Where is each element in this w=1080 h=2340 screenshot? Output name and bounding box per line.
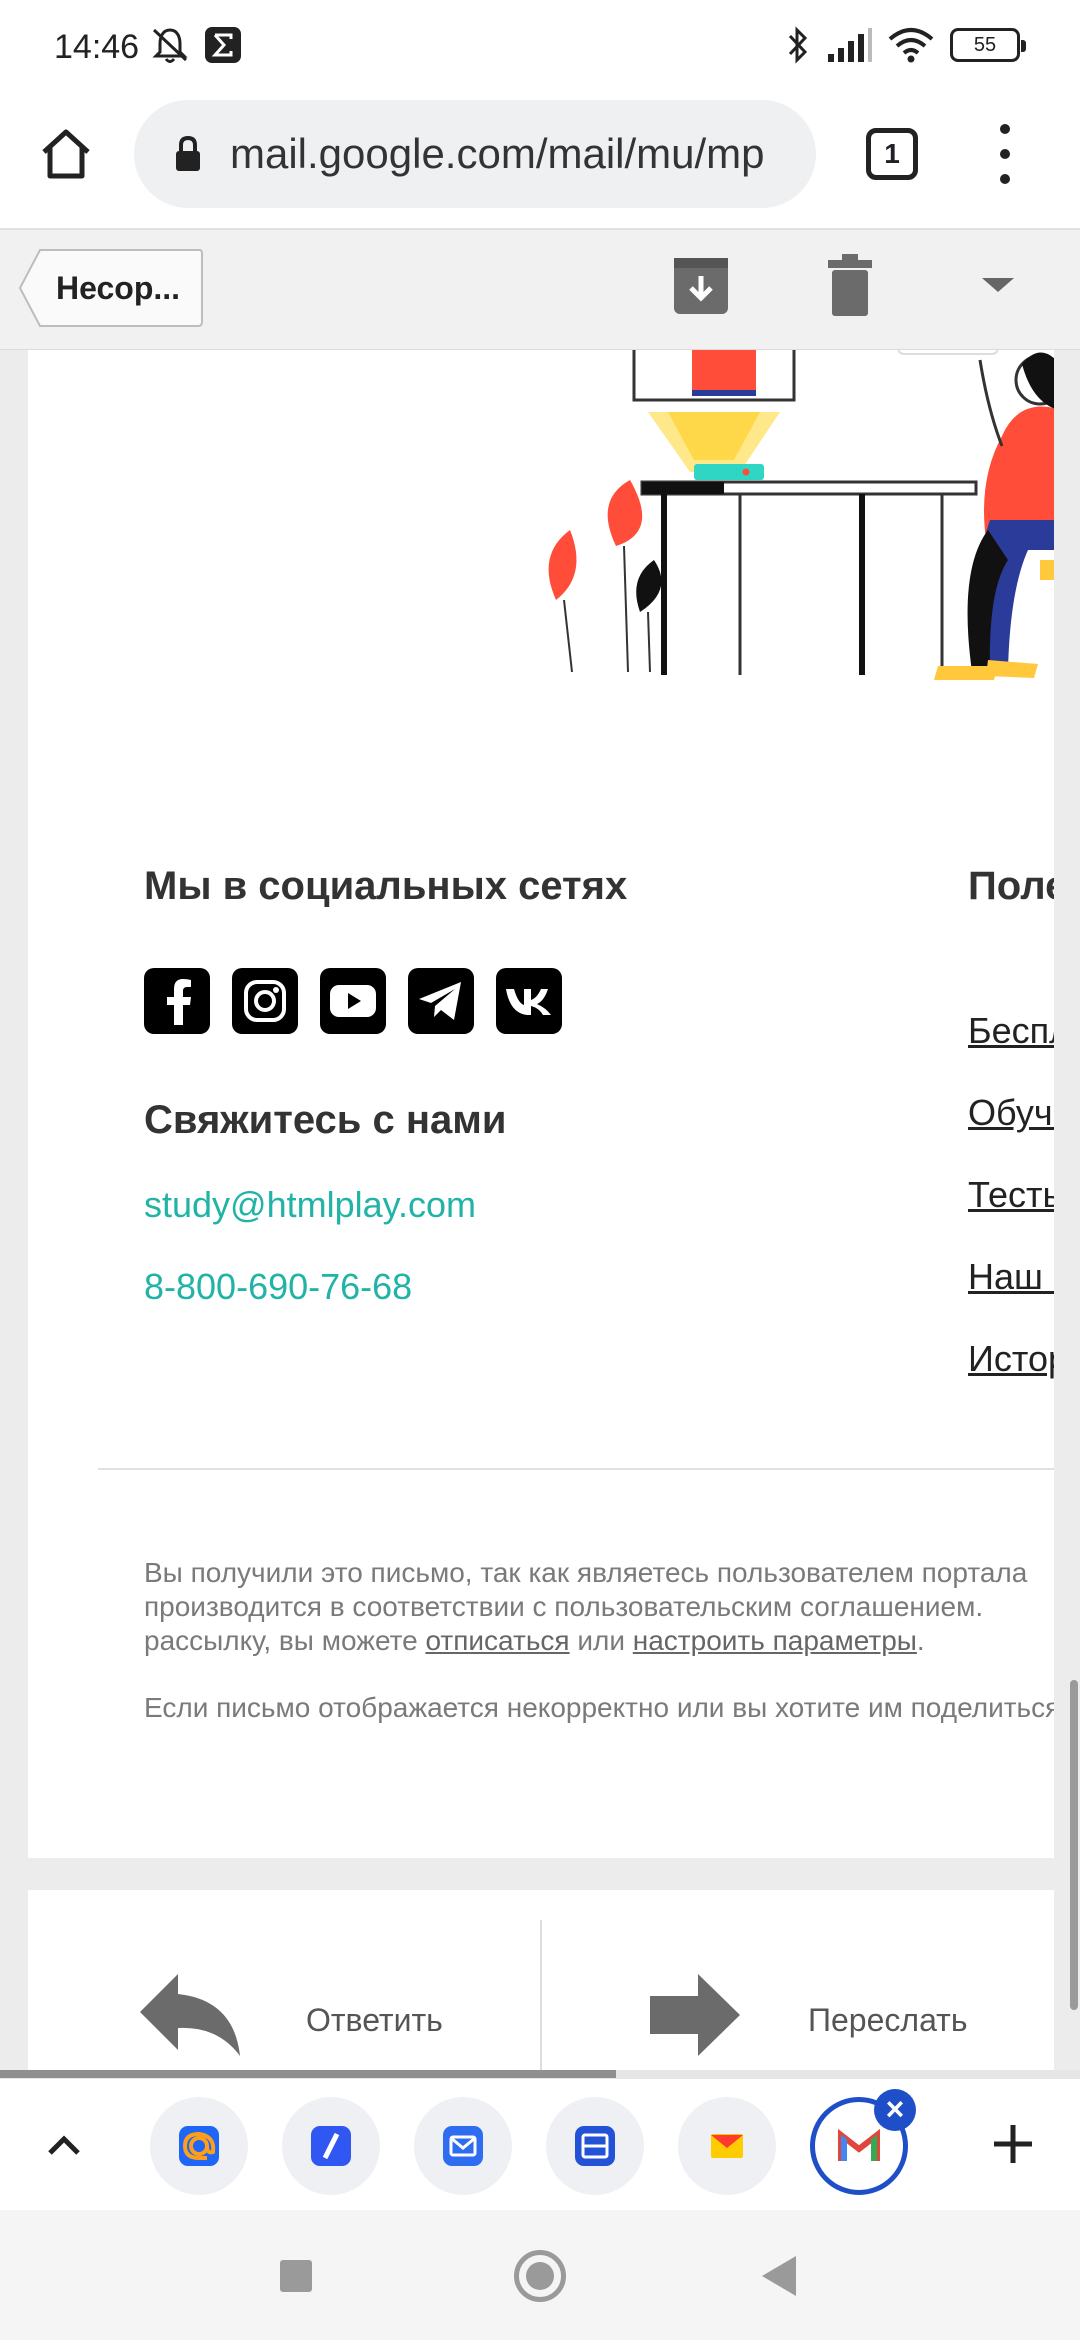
reply-label: Ответить: [306, 2002, 443, 2038]
rambler-icon: [311, 2126, 351, 2166]
gmail-icon: [838, 2129, 880, 2161]
lock-icon: [176, 135, 200, 171]
menu-dot-icon: [1000, 124, 1010, 134]
dock-app-mail-ru[interactable]: [150, 2097, 248, 2195]
status-time: 14:46: [54, 28, 140, 66]
page-load-progress: [0, 2070, 1080, 2078]
home-icon[interactable]: [36, 124, 96, 184]
settings-link[interactable]: настроить параметры: [633, 1625, 917, 1656]
recent-apps-icon[interactable]: [280, 2260, 312, 2292]
mute-bell-icon: [152, 28, 188, 63]
forward-arrow-icon: [650, 1974, 740, 2056]
back-chip-label: Несор...: [56, 270, 181, 306]
instagram-icon[interactable]: [232, 968, 298, 1034]
footer-divider: [98, 1468, 1054, 1470]
footer-line-2: производится в соответствии с пользовате…: [144, 1591, 984, 1622]
chevron-up-icon[interactable]: [44, 2125, 84, 2165]
mail-app-icon: [443, 2126, 483, 2166]
menu-dot-icon: [1000, 149, 1010, 159]
forward-button[interactable]: Переслать: [648, 1970, 1048, 2070]
menu-dot-icon: [1000, 174, 1010, 184]
vk-icon[interactable]: [496, 968, 562, 1034]
page-load-progress-fill: [0, 2070, 616, 2078]
contact-section-title: Свяжитесь с нами: [144, 1098, 507, 1142]
dock-app-mail[interactable]: [414, 2097, 512, 2195]
contact-phone-link[interactable]: 8-800-690-76-68: [144, 1266, 412, 1308]
back-nav-icon[interactable]: [762, 2256, 796, 2296]
footer-line-3: рассылку, вы можете отписаться или настр…: [144, 1625, 925, 1656]
contact-email-link[interactable]: study@htmlplay.com: [144, 1184, 476, 1226]
reply-actions-card: Ответить Переслать: [28, 1890, 1054, 2076]
browser-menu-button[interactable]: [990, 124, 1020, 184]
facebook-icon[interactable]: [144, 968, 210, 1034]
system-navigation-bar: [0, 2210, 1080, 2340]
dock-app-outlook[interactable]: [546, 2097, 644, 2195]
link-free-courses[interactable]: Бесплатные курсы: [968, 1010, 1054, 1052]
social-icons-row: [144, 968, 562, 1034]
useful-links-title: Полезные ссылки: [968, 864, 1054, 908]
close-app-icon[interactable]: ×: [874, 2089, 916, 2131]
trash-icon[interactable]: [826, 252, 874, 318]
sigma-app-icon: [205, 27, 241, 63]
outlook-icon: [575, 2126, 615, 2166]
link-materials[interactable]: Обучающие материалы: [968, 1092, 1054, 1134]
wifi-icon: [888, 28, 934, 63]
email-body: Мы в социальных сетях Полезные ссылки Св…: [28, 350, 1054, 1858]
social-section-title: Мы в социальных сетях: [144, 864, 628, 908]
dock-app-rambler[interactable]: [282, 2097, 380, 2195]
link-blog[interactable]: Наш блог: [968, 1256, 1054, 1298]
add-icon[interactable]: [990, 2121, 1036, 2167]
office-illustration: [548, 350, 1054, 680]
address-bar[interactable]: mail.google.com/mail/mu/mp: [134, 100, 816, 208]
link-history[interactable]: История: [968, 1338, 1054, 1380]
dock-app-yandex-mail[interactable]: [678, 2097, 776, 2195]
status-bar: 14:46 55: [0, 0, 1080, 90]
bluetooth-icon: [788, 26, 808, 64]
home-nav-icon[interactable]: [514, 2250, 566, 2302]
battery-indicator: 55: [950, 28, 1026, 62]
archive-icon[interactable]: [672, 254, 730, 318]
yandex-mail-icon: [711, 2134, 743, 2158]
signal-icon: [828, 28, 872, 62]
telegram-icon[interactable]: [408, 968, 474, 1034]
youtube-icon[interactable]: [320, 968, 386, 1034]
unsubscribe-link[interactable]: отписаться: [425, 1625, 569, 1656]
app-switcher-dock: ×: [0, 2078, 1080, 2210]
footer-notice: Вы получили это письмо, так как являетес…: [144, 1556, 1054, 1658]
mail-ru-icon: [179, 2126, 219, 2166]
url-text: mail.google.com/mail/mu/mp: [230, 130, 765, 177]
browser-toolbar: mail.google.com/mail/mu/mp 1: [0, 90, 1080, 230]
tab-switcher-button[interactable]: 1: [866, 128, 918, 180]
page-scrollbar[interactable]: [1070, 1680, 1078, 2010]
forward-label: Переслать: [808, 2002, 968, 2038]
dropdown-arrow-icon[interactable]: [982, 278, 1014, 292]
reply-button[interactable]: Ответить: [138, 1970, 558, 2070]
footer-line-4: Если письмо отображается некорректно или…: [144, 1692, 1054, 1723]
mail-toolbar: Несор...: [0, 230, 1080, 350]
back-to-folder-button[interactable]: Несор...: [18, 248, 204, 328]
footer-line-1: Вы получили это письмо, так как являетес…: [144, 1557, 1028, 1588]
reply-arrow-icon: [140, 1974, 240, 2056]
link-tests[interactable]: Тесты: [968, 1174, 1054, 1216]
